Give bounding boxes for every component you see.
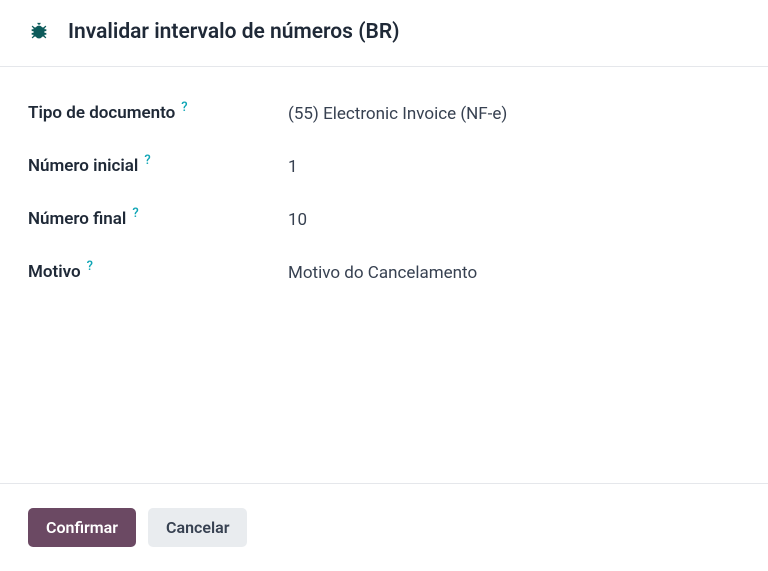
document-type-label: Tipo de documento: [28, 103, 175, 123]
form-row-initial-number: Número inicial ? 1: [28, 156, 740, 177]
modal-body: Tipo de documento ? (55) Electronic Invo…: [0, 67, 768, 483]
form-row-final-number: Número final ? 10: [28, 209, 740, 230]
form-label-cell: Número final ?: [28, 209, 288, 229]
form-row-document-type: Tipo de documento ? (55) Electronic Invo…: [28, 103, 740, 124]
help-icon[interactable]: ?: [181, 100, 187, 115]
form-label-cell: Tipo de documento ?: [28, 103, 288, 123]
cancel-button[interactable]: Cancelar: [148, 508, 247, 547]
reason-label: Motivo: [28, 262, 81, 282]
modal-dialog: Invalidar intervalo de números (BR) Tipo…: [0, 0, 768, 571]
modal-header: Invalidar intervalo de números (BR): [0, 0, 768, 67]
bug-icon: [28, 21, 50, 43]
help-icon[interactable]: ?: [87, 259, 93, 274]
form-value-cell: Motivo do Cancelamento: [288, 262, 740, 283]
initial-number-value[interactable]: 1: [288, 157, 298, 177]
modal-title: Invalidar intervalo de números (BR): [68, 20, 400, 44]
modal-footer: Confirmar Cancelar: [0, 483, 768, 571]
confirm-button[interactable]: Confirmar: [28, 508, 136, 547]
form-row-reason: Motivo ? Motivo do Cancelamento: [28, 262, 740, 283]
initial-number-label: Número inicial: [28, 156, 138, 176]
help-icon[interactable]: ?: [132, 206, 138, 221]
form-value-cell: 1: [288, 156, 740, 177]
form-label-cell: Número inicial ?: [28, 156, 288, 176]
final-number-value[interactable]: 10: [288, 210, 307, 230]
form-value-cell: 10: [288, 209, 740, 230]
document-type-value[interactable]: (55) Electronic Invoice (NF-e): [288, 104, 507, 124]
form-value-cell: (55) Electronic Invoice (NF-e): [288, 103, 740, 124]
reason-value[interactable]: Motivo do Cancelamento: [288, 263, 477, 283]
help-icon[interactable]: ?: [144, 153, 150, 168]
form-label-cell: Motivo ?: [28, 262, 288, 282]
final-number-label: Número final: [28, 209, 126, 229]
